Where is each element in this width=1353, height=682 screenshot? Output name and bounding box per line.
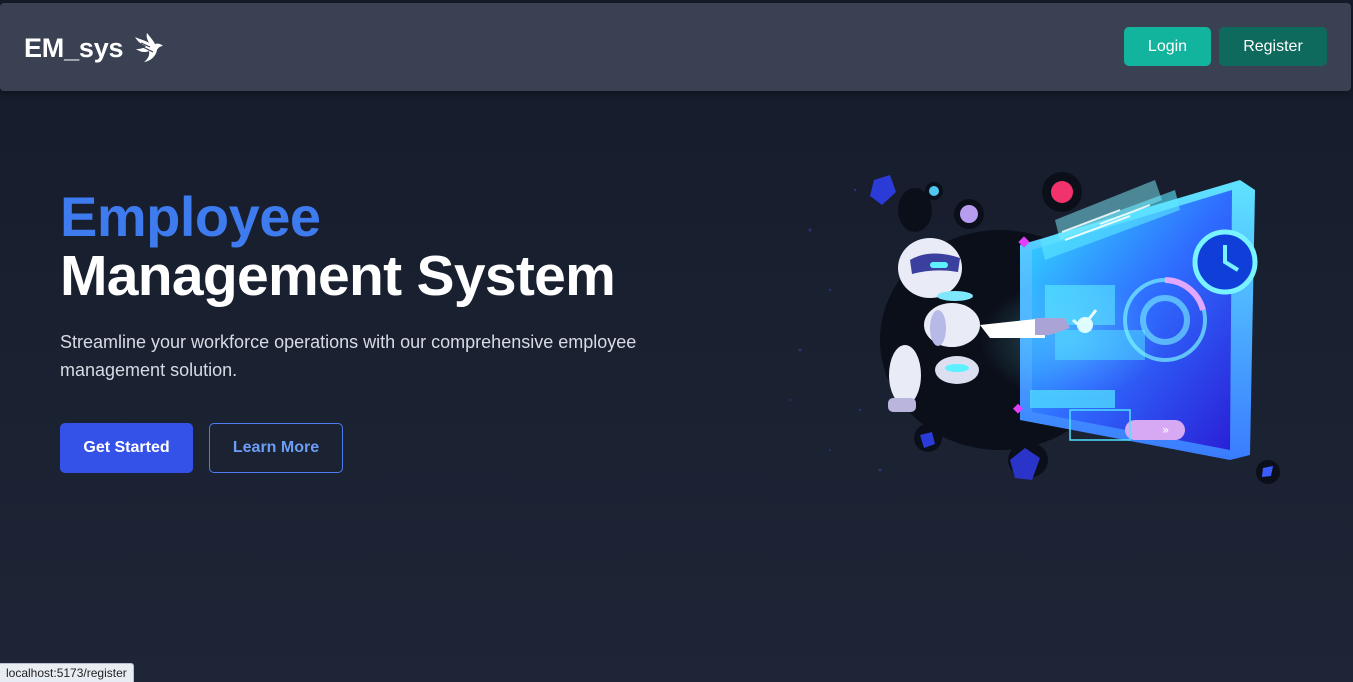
hero-subtitle: Streamline your workforce operations wit… [60,332,637,380]
login-button[interactable]: Login [1124,27,1211,66]
hero-title-accent: Employee [60,185,321,248]
learn-more-button[interactable]: Learn More [209,423,343,473]
hero-title: Management System [60,244,616,308]
status-bar-url: localhost:5173/register [0,663,134,682]
bird-icon [135,33,164,62]
robot-dashboard-illustration: » [789,172,1280,484]
brand-name: EM_sys [24,32,124,63]
register-button[interactable]: Register [1219,27,1327,66]
get-started-button[interactable]: Get Started [60,423,193,473]
svg-text:»: » [1162,423,1169,437]
brand-logo[interactable]: EM_sys [24,31,165,65]
navbar: EM_sys Login Register [0,3,1351,91]
